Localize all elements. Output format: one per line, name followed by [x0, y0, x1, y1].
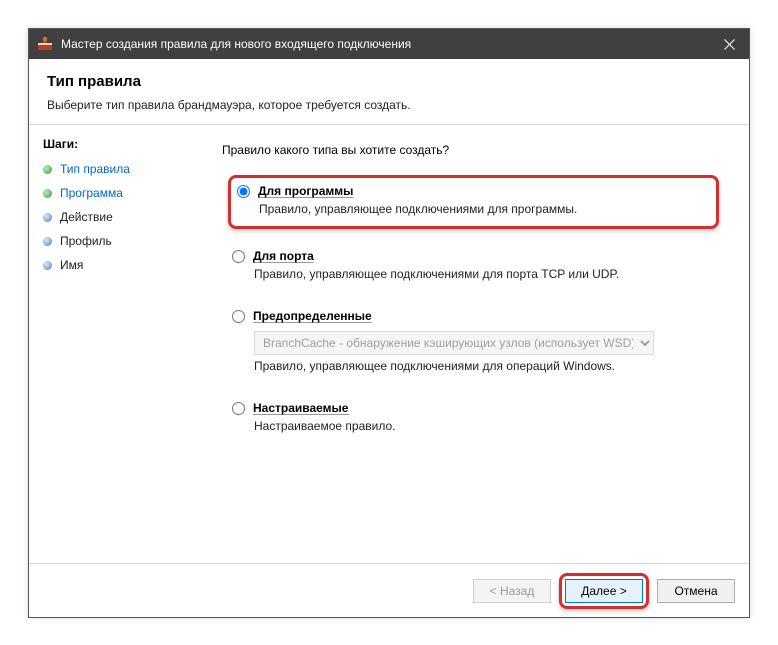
step-bullet-icon	[43, 189, 52, 198]
radio-program[interactable]	[237, 185, 250, 198]
option-custom: Настраиваемые Настраиваемое правило.	[228, 395, 719, 441]
prompt-text: Правило какого типа вы хотите создать?	[222, 143, 719, 157]
next-button-highlight: Далее >	[559, 573, 649, 609]
option-port: Для порта Правило, управляющее подключен…	[228, 243, 719, 289]
radio-custom[interactable]	[232, 402, 245, 415]
option-program-label[interactable]: Для программы	[258, 184, 353, 198]
cancel-button[interactable]: Отмена	[657, 579, 735, 603]
step-bullet-icon	[43, 213, 52, 222]
wizard-window: Мастер создания правила для нового входя…	[28, 28, 750, 618]
option-predefined: Предопределенные BranchCache - обнаружен…	[228, 303, 719, 381]
radio-port[interactable]	[232, 250, 245, 263]
step-bullet-icon	[43, 165, 52, 174]
titlebar: Мастер создания правила для нового входя…	[29, 29, 749, 59]
page-subtitle: Выберите тип правила брандмауэра, которо…	[47, 98, 731, 112]
app-icon	[37, 36, 53, 52]
option-program-desc: Правило, управляющее подключениями для п…	[259, 202, 706, 216]
next-button[interactable]: Далее >	[565, 579, 643, 603]
step-name[interactable]: Имя	[39, 253, 200, 277]
wizard-footer: < Назад Далее > Отмена	[29, 563, 749, 617]
window-title: Мастер создания правила для нового входя…	[61, 37, 411, 51]
step-label: Действие	[60, 210, 113, 224]
step-profile[interactable]: Профиль	[39, 229, 200, 253]
page-title: Тип правила	[47, 73, 731, 90]
option-program: Для программы Правило, управляющее подкл…	[228, 175, 719, 229]
step-rule-type[interactable]: Тип правила	[39, 157, 200, 181]
wizard-main: Правило какого типа вы хотите создать? Д…	[204, 125, 749, 563]
step-action[interactable]: Действие	[39, 205, 200, 229]
close-icon[interactable]	[709, 29, 749, 59]
wizard-header: Тип правила Выберите тип правила брандма…	[29, 59, 749, 125]
option-custom-desc: Настраиваемое правило.	[254, 419, 709, 433]
steps-heading: Шаги:	[39, 133, 200, 157]
option-predefined-label[interactable]: Предопределенные	[253, 309, 372, 323]
option-custom-label[interactable]: Настраиваемые	[253, 401, 348, 415]
option-port-label[interactable]: Для порта	[253, 249, 314, 263]
step-program[interactable]: Программа	[39, 181, 200, 205]
step-label: Тип правила	[60, 162, 130, 176]
predefined-select: BranchCache - обнаружение кэширующих узл…	[254, 331, 654, 355]
steps-sidebar: Шаги: Тип правила Программа Действие Про…	[29, 125, 204, 563]
step-bullet-icon	[43, 237, 52, 246]
step-label: Имя	[60, 258, 83, 272]
back-button: < Назад	[473, 579, 551, 603]
option-predefined-desc: Правило, управляющее подключениями для о…	[254, 359, 709, 373]
step-label: Профиль	[60, 234, 112, 248]
step-label: Программа	[60, 186, 123, 200]
option-port-desc: Правило, управляющее подключениями для п…	[254, 267, 709, 281]
radio-predefined[interactable]	[232, 310, 245, 323]
step-bullet-icon	[43, 261, 52, 270]
